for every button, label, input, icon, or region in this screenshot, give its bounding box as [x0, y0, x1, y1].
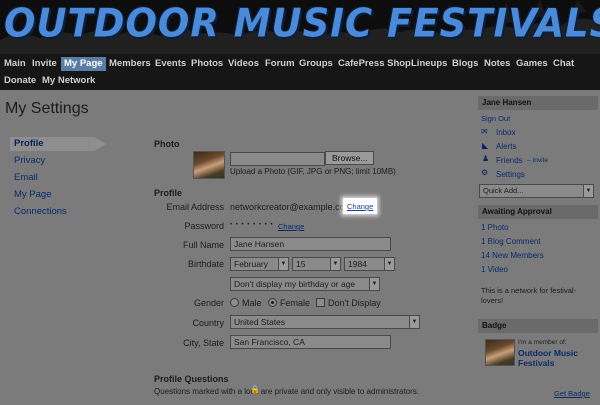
city-input[interactable]: San Francisco, CA [230, 335, 391, 349]
tab-privacy[interactable]: Privacy [14, 155, 45, 166]
chevron-down-icon: ▼ [384, 258, 394, 270]
envelope-icon: ✉ [481, 127, 488, 136]
tab-connections[interactable]: Connections [14, 206, 67, 217]
tab-email[interactable]: Email [14, 172, 38, 183]
friends-invite-link[interactable]: – Invite [527, 157, 548, 164]
nav-item-my-network[interactable]: My Network [42, 75, 95, 87]
lock-icon: 🔒 [250, 385, 260, 394]
fullname-label: Full Name [182, 240, 224, 250]
chevron-down-icon: ▼ [583, 185, 593, 197]
photo-heading: Photo [154, 139, 180, 149]
awaiting-blog-comment-link[interactable]: 1 Blog Comment [481, 237, 541, 246]
nav-item-forum[interactable]: Forum [265, 58, 295, 70]
tab-my-page[interactable]: My Page [14, 189, 52, 200]
birth-month-value: February [234, 259, 269, 269]
nav-item-invite[interactable]: Invite [32, 58, 57, 70]
gender-label: Gender [193, 298, 224, 308]
nav-item-games[interactable]: Games [516, 58, 548, 70]
gender-male-radio[interactable] [230, 298, 239, 307]
chevron-down-icon: ▼ [278, 258, 288, 270]
badge-member-text: I'm a member of: [518, 339, 567, 346]
gear-icon: ⚙ [481, 168, 489, 177]
birth-day-select[interactable]: 15 ▼ [292, 257, 341, 271]
photo-file-input[interactable] [230, 152, 325, 166]
change-password-link[interactable]: Change [278, 222, 304, 231]
email-label: Email Address [166, 202, 224, 212]
upload-hint: Upload a Photo (GIF, JPG or PNG; limit 1… [230, 167, 396, 176]
profile-photo [193, 151, 225, 179]
profile-heading: Profile [154, 188, 183, 198]
settings-main: My Settings Profile Privacy Email My Pag… [0, 90, 476, 405]
main-nav: Main Invite My Page Members Events Photo… [0, 54, 600, 90]
tab-profile[interactable]: Profile [10, 137, 106, 151]
fullname-input[interactable]: Jane Hansen [230, 237, 391, 251]
birthdate-label: Birthdate [187, 259, 224, 269]
awaiting-new-members-link[interactable]: 14 New Members [481, 251, 544, 260]
quick-add-select[interactable]: Quick Add... ▼ [479, 184, 594, 198]
user-name-heading: Jane Hansen [478, 96, 598, 110]
gender-dont-display-checkbox[interactable] [316, 298, 325, 307]
nav-item-main[interactable]: Main [4, 58, 26, 70]
get-badge-link[interactable]: Get Badge [554, 389, 590, 398]
badge-heading: Badge [478, 319, 598, 333]
alerts-link[interactable]: Alerts [496, 142, 516, 151]
gender-female-radio[interactable] [268, 298, 277, 307]
birth-month-select[interactable]: February ▼ [230, 257, 289, 271]
password-label: Password [184, 221, 224, 231]
page: OUTDOOR MUSIC FESTIVALS Main Invite My P… [0, 0, 600, 405]
sign-out-link[interactable]: Sign Out [481, 114, 510, 123]
nav-item-blogs[interactable]: Blogs [452, 58, 478, 70]
awaiting-photo-link[interactable]: 1 Photo [481, 223, 509, 232]
birth-day-value: 15 [296, 259, 306, 269]
friends-link[interactable]: Friends [496, 156, 523, 165]
nav-item-videos[interactable]: Videos [228, 58, 259, 70]
page-title: My Settings [5, 100, 89, 117]
nav-item-photos[interactable]: Photos [191, 58, 223, 70]
country-label: Country [192, 318, 224, 328]
nav-item-events[interactable]: Events [155, 58, 186, 70]
chevron-down-icon: ▼ [369, 278, 379, 290]
country-value: United States [234, 317, 286, 327]
badge-network-title[interactable]: Outdoor Music Festivals [518, 348, 593, 368]
awaiting-approval-heading: Awaiting Approval [478, 205, 598, 219]
network-description: This is a network for festival-lovers! [481, 286, 577, 305]
nav-item-cafepress-shop[interactable]: CafePress Shop [338, 58, 411, 70]
inbox-link[interactable]: Inbox [496, 128, 516, 137]
nav-item-notes[interactable]: Notes [484, 58, 510, 70]
quick-add-value: Quick Add... [483, 186, 524, 195]
country-select[interactable]: United States ▼ [230, 315, 420, 329]
banner-title[interactable]: OUTDOOR MUSIC FESTIVALS [4, 1, 600, 46]
password-value: • • • • • • • • [230, 222, 274, 228]
nav-item-groups[interactable]: Groups [299, 58, 333, 70]
site-banner[interactable]: OUTDOOR MUSIC FESTIVALS [0, 0, 600, 54]
birthday-privacy-value: Don't display my birthday or age [234, 279, 356, 289]
alert-flag-icon: ◣ [482, 141, 489, 150]
change-email-link[interactable]: Change [347, 202, 373, 211]
chevron-down-icon: ▼ [409, 316, 419, 328]
sidebar: Jane Hansen Sign Out ✉ Inbox ◣ Alerts ♟ … [476, 90, 600, 405]
gender-female-label: Female [280, 298, 311, 308]
gender-dont-display-label: Don't Display [328, 298, 381, 308]
birth-year-value: 1984 [348, 259, 367, 269]
birth-year-select[interactable]: 1984 ▼ [344, 257, 395, 271]
gender-male-label: Male [242, 298, 262, 308]
birthday-privacy-select[interactable]: Don't display my birthday or age ▼ [230, 277, 380, 291]
badge-avatar[interactable] [485, 339, 515, 366]
nav-item-my-page[interactable]: My Page [61, 57, 106, 71]
email-value: networkcreator@example.com [230, 202, 353, 212]
awaiting-video-link[interactable]: 1 Video [481, 265, 508, 274]
nav-item-donate[interactable]: Donate [4, 75, 36, 87]
nav-item-members[interactable]: Members [109, 58, 151, 70]
person-icon: ♟ [482, 154, 490, 163]
city-label: City, State [183, 338, 224, 348]
profile-questions-note: Questions marked with a lock are private… [154, 387, 420, 396]
profile-questions-heading: Profile Questions [154, 374, 229, 384]
browse-button[interactable]: Browse... [325, 151, 375, 165]
nav-item-lineups[interactable]: Lineups [411, 58, 447, 70]
nav-item-chat[interactable]: Chat [553, 58, 574, 70]
chevron-down-icon: ▼ [330, 258, 340, 270]
settings-link[interactable]: Settings [496, 170, 525, 179]
